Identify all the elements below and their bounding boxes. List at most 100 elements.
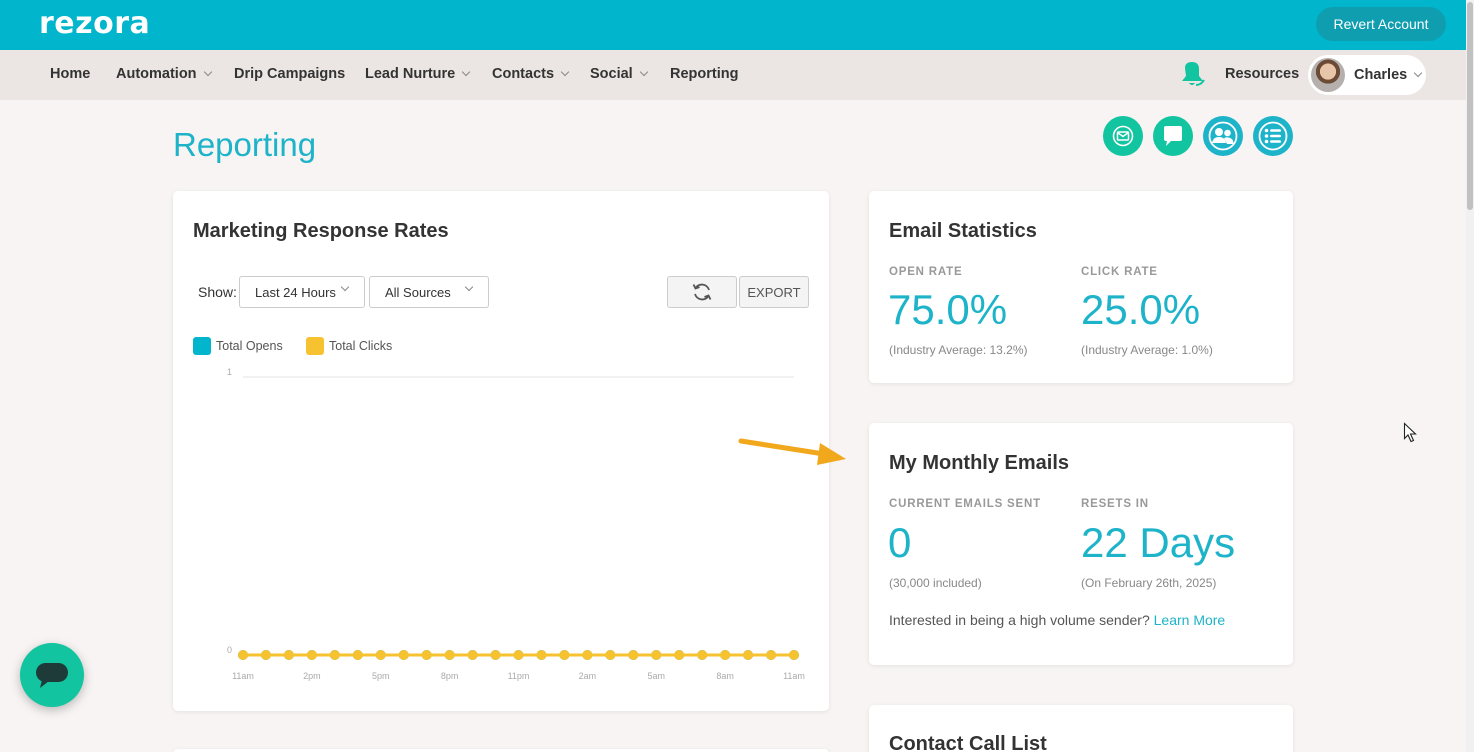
- click-rate-value: 25.0%: [1081, 286, 1201, 333]
- legend-swatch-clicks: [306, 337, 324, 355]
- emails-sent-value: 0: [888, 519, 912, 566]
- data-point: [306, 650, 317, 660]
- live-chat-button[interactable]: [20, 643, 84, 707]
- data-point: [651, 650, 662, 660]
- nav-drip-campaigns[interactable]: Drip Campaigns: [234, 66, 345, 82]
- y-tick-label: 1: [227, 367, 232, 377]
- user-name: Charles: [1354, 67, 1408, 83]
- data-point: [352, 650, 363, 660]
- high-volume-prompt: Interested in being a high volume sender…: [889, 612, 1226, 628]
- chevron-down-icon: [203, 67, 212, 77]
- data-point: [398, 650, 409, 660]
- x-tick-label: 2am: [579, 671, 597, 681]
- open-rate-industry: (Industry Average: 13.2%): [889, 343, 1028, 357]
- email-button[interactable]: [1103, 116, 1143, 156]
- scrollbar-thumb[interactable]: [1467, 2, 1473, 210]
- contacts-button[interactable]: [1203, 116, 1243, 156]
- click-rate-industry: (Industry Average: 1.0%): [1081, 343, 1213, 357]
- x-tick-label: 5am: [647, 671, 665, 681]
- chevron-down-icon: [340, 282, 350, 292]
- data-point: [513, 650, 524, 660]
- mouse-cursor-icon: [1403, 422, 1417, 443]
- response-rates-title: Marketing Response Rates: [193, 220, 449, 242]
- data-point: [674, 650, 685, 660]
- x-tick-label: 8pm: [441, 671, 459, 681]
- chevron-down-icon: [1413, 68, 1423, 78]
- main-nav: Home Automation Drip Campaigns Lead Nurt…: [0, 50, 1466, 100]
- rezora-logo[interactable]: rezora: [39, 6, 150, 41]
- data-point: [329, 650, 340, 660]
- source-select[interactable]: All Sources: [369, 276, 489, 308]
- nav-social[interactable]: Social: [590, 66, 648, 82]
- data-point: [743, 650, 754, 660]
- contacts-icon: [1208, 121, 1238, 151]
- page-title: Reporting: [173, 126, 317, 163]
- click-rate-label: CLICK RATE: [1081, 266, 1158, 278]
- x-tick-label: 11pm: [508, 671, 530, 681]
- response-rate-chart: 1 0 11am 2pm 5pm 8pm 11pm 2am 5am 8am 11am: [227, 367, 805, 681]
- contact-call-list-title: Contact Call List: [889, 733, 1047, 752]
- nav-lead-nurture[interactable]: Lead Nurture: [365, 66, 471, 82]
- y-tick-label: 0: [227, 645, 232, 655]
- top-bar: rezora Revert Account: [0, 0, 1474, 50]
- emails-sent-label: CURRENT EMAILS SENT: [889, 498, 1041, 510]
- export-button[interactable]: EXPORT: [739, 276, 809, 308]
- data-point: [766, 650, 777, 660]
- period-select[interactable]: Last 24 Hours: [239, 276, 365, 308]
- data-point: [260, 650, 271, 660]
- nav-contacts[interactable]: Contacts: [492, 66, 570, 82]
- chat-icon: [1164, 126, 1182, 146]
- data-point: [490, 650, 501, 660]
- x-tick-label: 5pm: [372, 671, 390, 681]
- chevron-down-icon: [462, 67, 471, 77]
- data-point: [444, 650, 455, 660]
- learn-more-link[interactable]: Learn More: [1154, 612, 1226, 628]
- data-point: [628, 650, 639, 660]
- open-rate-label: OPEN RATE: [889, 266, 963, 278]
- refresh-icon: [692, 283, 712, 301]
- monthly-emails-title: My Monthly Emails: [889, 452, 1070, 474]
- data-point: [536, 650, 547, 660]
- chat-bubble-icon: [36, 663, 68, 688]
- bell-icon[interactable]: [1180, 60, 1206, 88]
- data-point: [697, 650, 708, 660]
- nav-reporting[interactable]: Reporting: [670, 66, 738, 82]
- data-point: [605, 650, 616, 660]
- avatar: [1311, 58, 1345, 92]
- open-rate-value: 75.0%: [888, 286, 1008, 333]
- user-menu[interactable]: Charles: [1308, 55, 1426, 95]
- data-point: [559, 650, 570, 660]
- data-point: [238, 650, 248, 660]
- nav-home[interactable]: Home: [50, 66, 90, 82]
- chevron-down-icon: [560, 67, 570, 77]
- revert-account-button[interactable]: Revert Account: [1316, 7, 1446, 41]
- show-label: Show:: [198, 284, 237, 300]
- list-icon: [1258, 121, 1288, 151]
- annotation-arrow-icon: [738, 438, 846, 465]
- x-tick-label: 11am: [232, 671, 254, 681]
- nav-resources[interactable]: Resources: [1225, 66, 1299, 82]
- data-point: [283, 650, 294, 660]
- reset-date: (On February 26th, 2025): [1081, 576, 1217, 590]
- data-point: [375, 650, 386, 660]
- data-point: [789, 650, 799, 660]
- legend-label-opens[interactable]: Total Opens: [216, 339, 283, 353]
- legend-swatch-opens: [193, 337, 211, 355]
- nav-automation[interactable]: Automation: [116, 66, 212, 82]
- data-point: [720, 650, 731, 660]
- list-button[interactable]: [1253, 116, 1293, 156]
- refresh-button[interactable]: [667, 276, 737, 308]
- x-tick-label: 8am: [716, 671, 734, 681]
- resets-in-label: RESETS IN: [1081, 498, 1149, 510]
- emails-included: (30,000 included): [889, 576, 982, 590]
- x-tick-label: 2pm: [303, 671, 321, 681]
- chevron-down-icon: [639, 67, 648, 77]
- chevron-down-icon: [464, 282, 474, 292]
- email-statistics-title: Email Statistics: [889, 220, 1037, 242]
- email-icon: [1112, 125, 1134, 147]
- resets-in-value: 22 Days: [1081, 519, 1236, 566]
- data-point: [582, 650, 593, 660]
- legend-label-clicks[interactable]: Total Clicks: [329, 339, 392, 353]
- chat-button[interactable]: [1153, 116, 1193, 156]
- x-tick-label: 11am: [783, 671, 805, 681]
